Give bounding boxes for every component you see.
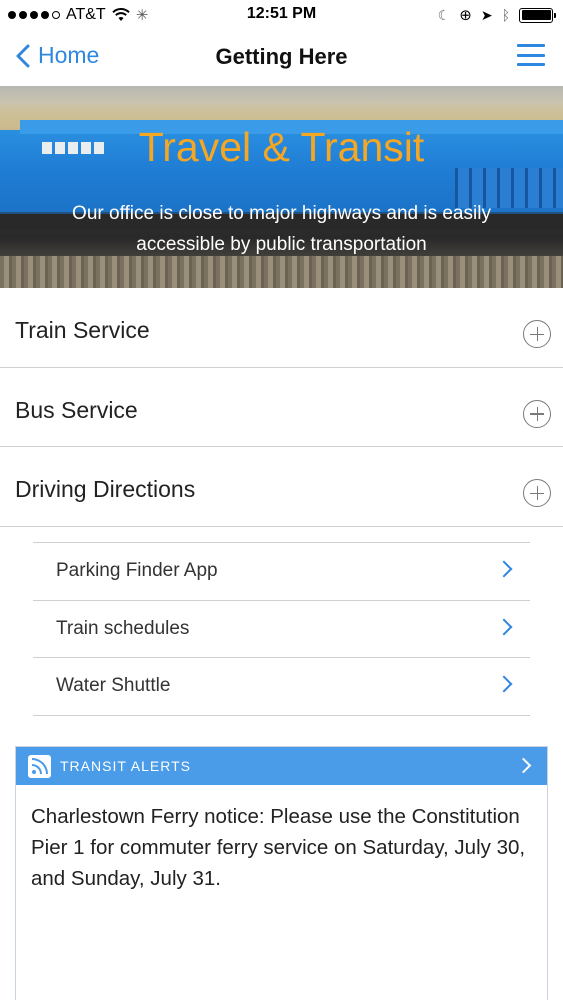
- plus-circle-icon[interactable]: [523, 479, 551, 507]
- plus-circle-icon[interactable]: [523, 320, 551, 348]
- battery-icon: [519, 7, 556, 23]
- accordion: Train Service Bus Service Driving Direct…: [0, 288, 563, 527]
- accordion-label: Bus Service: [15, 396, 138, 423]
- accordion-item-driving-directions[interactable]: Driving Directions: [0, 447, 563, 527]
- ground-gravel: [0, 256, 563, 288]
- link-label: Parking Finder App: [56, 560, 218, 581]
- link-water-shuttle[interactable]: Water Shuttle: [33, 658, 530, 716]
- links-list: Parking Finder App Train schedules Water…: [33, 542, 530, 716]
- hero-title: Travel & Transit: [138, 124, 425, 170]
- link-label: Water Shuttle: [56, 675, 171, 696]
- link-parking-finder-app[interactable]: Parking Finder App: [33, 543, 530, 601]
- plus-circle-icon[interactable]: [523, 399, 551, 428]
- transit-alert-text: Charlestown Ferry notice: Please use the…: [31, 805, 526, 890]
- link-train-schedules[interactable]: Train schedules: [33, 601, 530, 658]
- accordion-label: Train Service: [15, 317, 150, 343]
- back-button[interactable]: Home: [16, 42, 99, 69]
- accordion-item-train-service[interactable]: Train Service: [0, 288, 563, 368]
- bluetooth-icon: ᛒ: [501, 7, 510, 23]
- chevron-right-icon: [495, 675, 513, 693]
- navigation-bar: Home Getting Here: [0, 30, 563, 86]
- status-bar: AT&T ✳ 12:51 PM ☾ ⊕ ➤ ᛒ: [0, 0, 563, 30]
- hero-banner: Travel & Transit Our office is close to …: [0, 86, 563, 288]
- chevron-right-icon: [495, 618, 513, 635]
- status-right: ☾ ⊕ ➤ ᛒ: [437, 6, 556, 24]
- chevron-right-icon: [495, 560, 513, 578]
- transit-alerts-title: TRANSIT ALERTS: [60, 758, 191, 774]
- link-label: Train schedules: [56, 617, 190, 639]
- transit-alerts-header[interactable]: TRANSIT ALERTS: [16, 747, 547, 785]
- transit-alerts-card: TRANSIT ALERTS Charlestown Ferry notice:…: [15, 746, 548, 1000]
- rotation-lock-icon: ⊕: [459, 7, 472, 24]
- hamburger-menu-icon[interactable]: [517, 44, 545, 66]
- chevron-left-icon: [16, 44, 30, 67]
- rss-icon: [28, 755, 51, 778]
- hero-subtitle: Our office is close to major highways an…: [72, 203, 491, 255]
- moon-icon: ☾: [437, 6, 451, 23]
- accordion-label: Driving Directions: [15, 476, 196, 502]
- location-icon: ➤: [480, 6, 493, 23]
- back-label: Home: [38, 42, 100, 68]
- accordion-item-bus-service[interactable]: Bus Service: [0, 368, 563, 447]
- chevron-right-icon: [515, 757, 532, 774]
